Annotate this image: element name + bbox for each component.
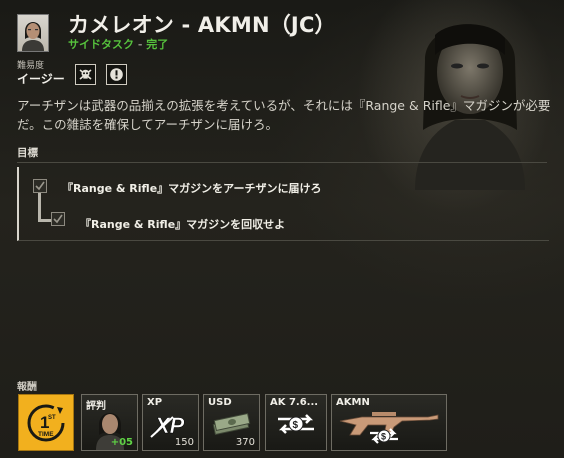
reward-reputation[interactable]: 評判 +05 [81,394,138,451]
reward-ak-ammo[interactable]: AK 7.6... $ [265,394,327,451]
rewards-header: 報酬 [17,382,37,393]
warning-icon [106,64,127,85]
quest-status: 完了 [146,38,169,51]
objective-checkbox-1 [33,179,47,193]
reward-reputation-value: +05 [110,437,133,448]
svg-text:$: $ [293,420,299,431]
first-time-reward[interactable]: 1 ST TIME [18,394,74,451]
objectives-header: 目標 [17,147,38,159]
quest-giver-avatar [17,14,49,52]
difficulty-value: イージー [17,72,65,86]
rifle-icon: $ [339,412,439,444]
reward-xp-value: 150 [174,437,194,448]
reward-usd-value: 370 [235,437,255,448]
objective-text-1: 『Range & Rifle』マガジンをアーチザンに届けろ [62,182,322,195]
quest-description: アーチザンは武器の品揃えの拡張を考えているが、それには『Range & Rifl… [17,98,551,132]
svg-text:$: $ [381,432,386,442]
reward-xp[interactable]: XP XP 150 [142,394,199,451]
page-title: カメレオン - AKMN（JC） [68,13,336,37]
svg-text:TIME: TIME [38,431,54,438]
skull-crossbones-icon [75,64,96,85]
objectives-divider [17,162,547,163]
reward-akmn-rifle[interactable]: AKMN $ [331,394,447,451]
reward-usd[interactable]: USD 370 [203,394,260,451]
swap-arrows-dollar-icon: $ [278,414,314,434]
subtitle-separator: - [134,38,147,51]
quest-category: サイドタスク [68,38,134,51]
objective-text-2: 『Range & Rifle』マガジンを回収せよ [80,218,286,231]
svg-text:ST: ST [48,415,56,421]
objective-checkbox-2 [51,212,65,226]
quest-subtitle: サイドタスク - 完了 [68,36,168,52]
first-time-badge-icon: 1 ST TIME [27,404,65,442]
svg-text:XP: XP [153,413,185,438]
